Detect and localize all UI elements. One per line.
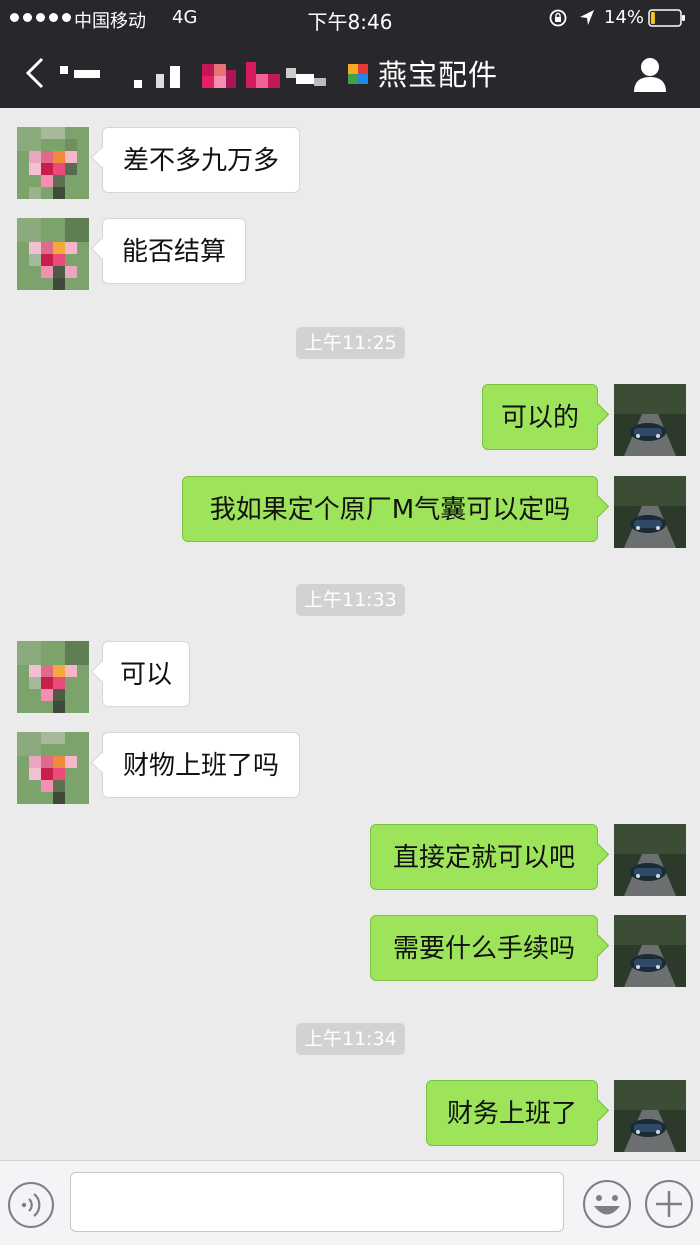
message-bubble[interactable]: 我如果定个原厂M气囊可以定吗 <box>182 476 598 542</box>
message-text: 财务上班了 <box>446 1099 577 1129</box>
message-bubble[interactable]: 需要什么手续吗 <box>370 915 598 981</box>
chat-title: 燕宝配件 <box>378 58 499 92</box>
message-bubble[interactable]: 可以的 <box>482 384 598 450</box>
message-bubble[interactable]: 直接定就可以吧 <box>370 824 598 890</box>
timestamp-label: 上午11:34 <box>296 1023 405 1055</box>
message-input[interactable] <box>70 1172 564 1232</box>
message-text: 可以 <box>119 660 172 690</box>
status-bar: 中国移动 4G 下午8:46 14% <box>0 0 700 36</box>
message-bubble[interactable]: 差不多九万多 <box>102 127 300 193</box>
voice-icon[interactable] <box>7 1181 55 1229</box>
contact-avatar[interactable] <box>17 127 89 199</box>
message-bubble[interactable]: 能否结算 <box>102 218 246 284</box>
input-bar <box>0 1160 700 1245</box>
contact-avatar[interactable] <box>17 732 89 804</box>
message-text: 直接定就可以吧 <box>392 843 575 873</box>
message-bubble[interactable]: 可以 <box>102 641 190 707</box>
person-icon[interactable] <box>630 54 670 94</box>
contact-avatar[interactable] <box>17 641 89 713</box>
message-text: 可以的 <box>500 403 579 433</box>
pixelated-name-mosaic <box>60 62 368 88</box>
emoji-icon[interactable] <box>582 1179 632 1229</box>
user-avatar[interactable] <box>614 384 686 456</box>
plus-icon[interactable] <box>644 1179 694 1229</box>
nav-bar: 燕宝配件 <box>0 36 700 108</box>
contact-avatar[interactable] <box>17 218 89 290</box>
message-bubble[interactable]: 财务上班了 <box>426 1080 598 1146</box>
location-arrow-icon <box>580 10 594 25</box>
rotation-lock-icon <box>549 9 567 27</box>
message-text: 差不多九万多 <box>122 146 279 176</box>
message-text: 能否结算 <box>121 237 226 267</box>
battery-icon <box>648 9 685 27</box>
user-avatar[interactable] <box>614 824 686 896</box>
back-arrow-icon[interactable] <box>22 56 46 90</box>
user-avatar[interactable] <box>614 1080 686 1152</box>
message-bubble[interactable]: 财物上班了吗 <box>102 732 300 798</box>
message-text: 需要什么手续吗 <box>392 934 575 964</box>
message-text: 我如果定个原厂M气囊可以定吗 <box>209 495 571 525</box>
message-text: 财物上班了吗 <box>122 751 279 781</box>
timestamp-label: 上午11:25 <box>296 327 405 359</box>
timestamp-label: 上午11:33 <box>296 584 405 616</box>
user-avatar[interactable] <box>614 915 686 987</box>
battery-percent: 14% <box>604 7 645 28</box>
user-avatar[interactable] <box>614 476 686 548</box>
